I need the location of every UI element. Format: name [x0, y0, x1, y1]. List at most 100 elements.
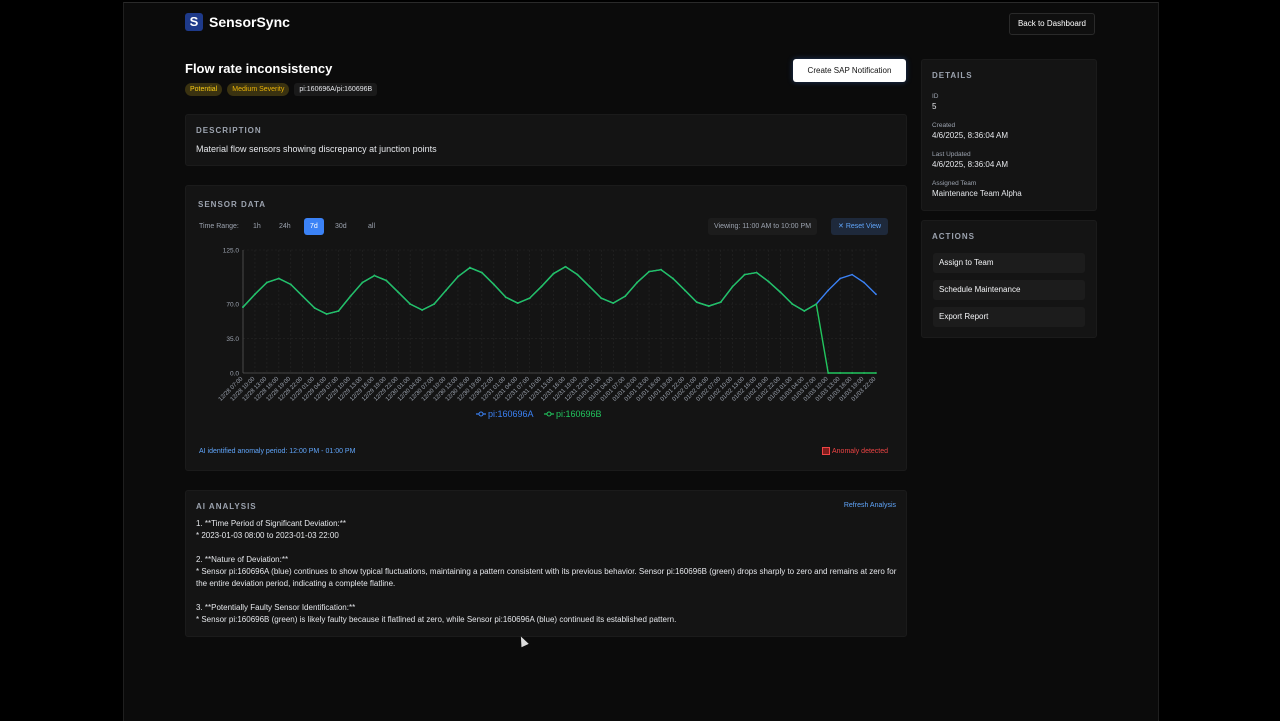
create-sap-notification-button[interactable]: Create SAP Notification: [793, 59, 906, 82]
data-point: [863, 281, 865, 284]
y-tick-label: 35.0: [226, 336, 239, 343]
data-point: [779, 291, 782, 294]
assign-to-team-button[interactable]: Assign to Team: [933, 253, 1085, 273]
data-point: [875, 372, 877, 374]
description-card: DESCRIPTION Material flow sensors showin…: [185, 114, 907, 166]
description-text: Material flow sensors showing discrepanc…: [196, 144, 437, 154]
sensor-data-card: SENSOR DATA Time Range: 1h 24h 7d 30d al…: [185, 185, 907, 471]
data-point: [540, 285, 543, 288]
anomaly-swatch: [822, 447, 830, 455]
id-value: 5: [932, 102, 937, 111]
anomaly-detected-label: Anomaly detected: [832, 447, 889, 455]
data-point: [588, 285, 591, 288]
legend-label: pi:160696B: [556, 409, 602, 419]
anomaly-detected-legend: Anomaly detected: [822, 447, 888, 455]
reset-view-button[interactable]: ✕ Reset View: [831, 218, 889, 235]
data-point: [301, 295, 304, 298]
range-all-button[interactable]: all: [362, 218, 381, 235]
data-point: [480, 271, 483, 274]
data-point: [600, 297, 603, 300]
data-point: [803, 310, 806, 312]
series-line-0: [242, 265, 877, 315]
sensor-ids-badge: pi:160696A/pi:160696B: [294, 83, 378, 96]
y-tick-label: 125.0: [223, 248, 240, 255]
data-point: [397, 291, 400, 294]
reset-view-label: Reset View: [845, 223, 882, 230]
legend-label: pi:160696A: [488, 409, 534, 419]
data-point: [660, 268, 662, 271]
anomaly-period-text: AI identified anomaly period: 12:00 PM -…: [199, 448, 356, 455]
header: S SensorSync Back to Dashboard: [185, 13, 1095, 35]
ai-analysis-card: AI ANALYSIS Refresh Analysis 1. **Time P…: [185, 490, 907, 637]
data-point: [695, 301, 698, 304]
export-report-button[interactable]: Export Report: [933, 307, 1085, 327]
data-point: [313, 307, 316, 309]
data-point: [277, 277, 280, 280]
data-point: [851, 372, 854, 374]
analysis-line: * Sensor pi:160696B (green) is likely fa…: [196, 615, 677, 624]
data-point: [875, 293, 877, 296]
data-point: [863, 372, 865, 374]
data-point: [349, 295, 352, 298]
range-30d-button[interactable]: 30d: [329, 218, 353, 235]
description-heading: DESCRIPTION: [196, 126, 262, 135]
data-point: [325, 313, 328, 315]
time-range-label: Time Range:: [199, 223, 239, 230]
data-point: [684, 289, 686, 292]
analysis-line: * Sensor pi:160696A (blue) continues to …: [196, 567, 897, 588]
data-point: [851, 273, 854, 276]
data-point: [827, 372, 830, 374]
analysis-line: * 2023-01-03 08:00 to 2023-01-03 22:00: [196, 531, 339, 540]
data-point: [839, 372, 842, 374]
details-card: DETAILS ID 5 Created 4/6/2025, 8:36:04 A…: [921, 59, 1097, 211]
actions-heading: ACTIONS: [932, 232, 975, 241]
range-24h-button[interactable]: 24h: [273, 218, 297, 235]
data-point: [612, 302, 615, 305]
data-point: [265, 281, 268, 284]
y-tick-label: 0.0: [230, 371, 239, 378]
data-point: [504, 296, 507, 299]
range-7d-button[interactable]: 7d: [304, 218, 324, 235]
y-tick-label: 70.0: [226, 302, 239, 309]
created-label: Created: [932, 122, 956, 129]
data-point: [624, 295, 627, 298]
ai-analysis-heading: AI ANALYSIS: [196, 502, 257, 511]
refresh-analysis-link[interactable]: Refresh Analysis: [844, 502, 896, 509]
data-point: [791, 303, 794, 306]
back-to-dashboard-button[interactable]: Back to Dashboard: [1008, 13, 1095, 35]
data-point: [433, 303, 435, 306]
close-icon: ✕: [838, 223, 846, 230]
data-point: [445, 289, 447, 292]
data-point: [827, 289, 830, 292]
schedule-maintenance-button[interactable]: Schedule Maintenance: [933, 280, 1085, 300]
data-point: [373, 274, 376, 277]
team-value: Maintenance Team Alpha: [932, 189, 1022, 198]
data-point: [564, 265, 567, 268]
data-point: [672, 277, 674, 280]
viewing-range-label: Viewing: 11:00 AM to 10:00 PM: [708, 218, 818, 235]
range-1h-button[interactable]: 1h: [247, 218, 267, 235]
data-point: [457, 275, 459, 278]
details-heading: DETAILS: [932, 71, 973, 80]
series-line-1: [242, 265, 876, 374]
sensor-line-chart[interactable]: 125.070.035.00.012/28 07:0012/28 10:0012…: [186, 241, 906, 431]
updated-value: 4/6/2025, 8:36:04 AM: [932, 160, 1009, 169]
data-point: [755, 271, 758, 274]
data-point: [469, 266, 471, 269]
data-point: [707, 305, 710, 307]
data-point: [421, 309, 424, 311]
actions-card: ACTIONS Assign to Team Schedule Maintena…: [921, 220, 1097, 338]
badge-row: Potential Medium Severity pi:160696A/pi:…: [185, 83, 378, 96]
data-point: [839, 277, 842, 280]
data-point: [528, 297, 531, 300]
data-point: [767, 280, 770, 283]
data-point: [743, 273, 746, 276]
data-point: [492, 283, 495, 286]
app-name: SensorSync: [209, 14, 290, 30]
sensor-data-heading: SENSOR DATA: [198, 200, 267, 209]
severity-badge: Medium Severity: [227, 83, 290, 96]
created-value: 4/6/2025, 8:36:04 AM: [932, 131, 1009, 140]
data-point: [242, 306, 244, 308]
data-point: [254, 293, 256, 296]
legend-marker: [478, 411, 484, 417]
